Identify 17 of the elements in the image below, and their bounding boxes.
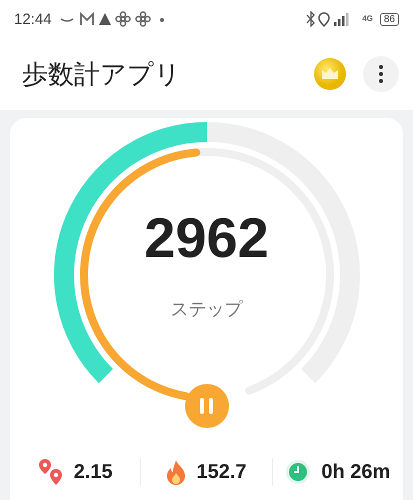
- step-count: 2962: [144, 205, 269, 270]
- steps-label: ステップ: [170, 298, 242, 321]
- location-pins-icon: [38, 458, 64, 486]
- app-title: 歩数計アプリ: [22, 58, 182, 90]
- clock-icon: [285, 459, 312, 485]
- status-time: 12:44: [14, 10, 52, 28]
- pause-button[interactable]: [184, 384, 228, 428]
- stat-value: 0h 26m: [321, 460, 390, 484]
- flame-icon: [166, 459, 186, 485]
- battery-level: 86: [380, 12, 399, 26]
- network-type: 4G: [362, 15, 373, 23]
- more-menu-button[interactable]: [363, 56, 399, 92]
- pause-icon: [200, 398, 213, 414]
- crown-badge-icon[interactable]: [313, 57, 347, 91]
- stat-value: 152.7: [196, 460, 247, 484]
- more-icon: [379, 65, 383, 83]
- stat-value: 2.15: [74, 460, 113, 484]
